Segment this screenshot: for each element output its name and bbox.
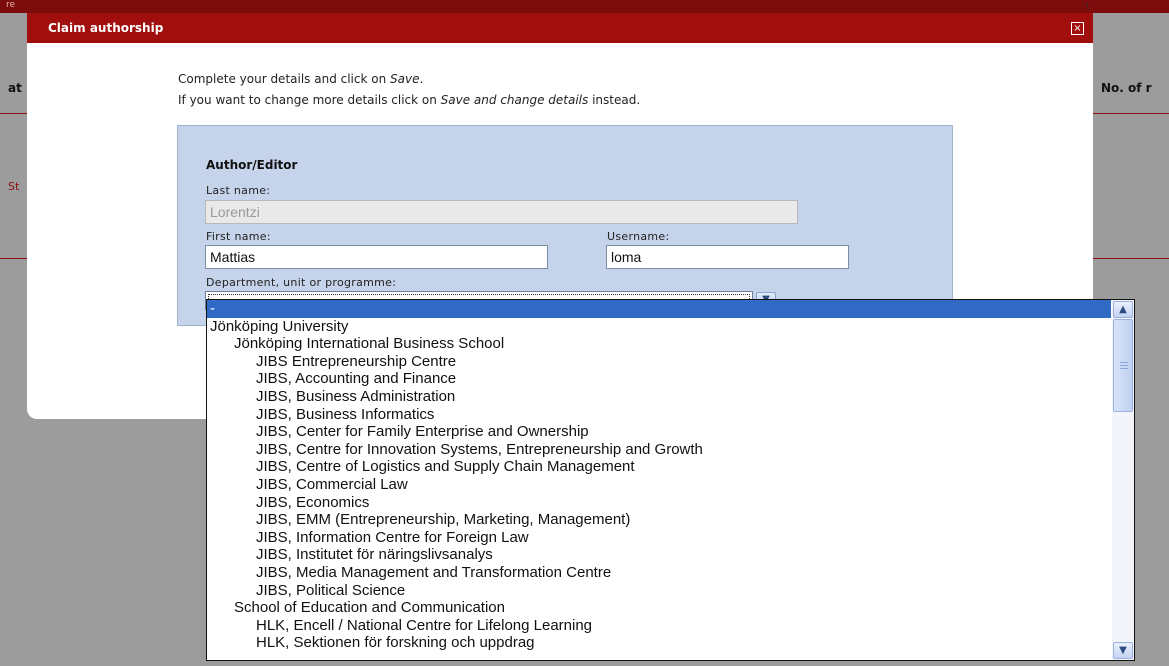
- dropdown-option[interactable]: JIBS, Economics: [207, 494, 1111, 512]
- save-and-change-emphasis: Save and change details: [440, 93, 589, 107]
- close-icon[interactable]: ×: [1071, 22, 1084, 35]
- last-name-label: Last name:: [206, 184, 271, 197]
- background-row-text: St: [8, 180, 20, 193]
- dropdown-option[interactable]: School of Education and Communication: [207, 599, 1111, 617]
- background-header-text: re: [6, 0, 16, 10]
- scroll-down-icon[interactable]: ▼: [1113, 642, 1133, 659]
- username-field[interactable]: loma: [606, 245, 849, 269]
- grip-line: [1120, 368, 1128, 369]
- dropdown-option[interactable]: -: [207, 300, 1111, 318]
- grip-line: [1120, 362, 1128, 363]
- save-emphasis: Save: [390, 72, 420, 86]
- dialog-titlebar: Claim authorship ×: [27, 13, 1093, 43]
- background-header-bar: re t: [0, 0, 1169, 13]
- dropdown-option[interactable]: JIBS, EMM (Entrepreneurship, Marketing, …: [207, 511, 1111, 529]
- dropdown-option[interactable]: JIBS, Business Informatics: [207, 406, 1111, 424]
- first-name-field[interactable]: Mattias: [205, 245, 548, 269]
- dropdown-option[interactable]: JIBS, Media Management and Transformatio…: [207, 564, 1111, 582]
- form-heading: Author/Editor: [206, 158, 298, 172]
- last-name-field: Lorentzi: [205, 200, 798, 224]
- dropdown-option[interactable]: JIBS, Centre of Logistics and Supply Cha…: [207, 458, 1111, 476]
- dropdown-options: - Jönköping University Jönköping Internati…: [207, 300, 1111, 652]
- dropdown-scrollbar[interactable]: ▲ ▼: [1112, 300, 1134, 660]
- department-label: Department, unit or programme:: [206, 276, 397, 289]
- background-column-header: at: [8, 81, 22, 95]
- dropdown-option[interactable]: HLK, Encell / National Centre for Lifelo…: [207, 617, 1111, 635]
- instruction-line-1: Complete your details and click on Save.: [178, 72, 424, 86]
- dropdown-option[interactable]: JIBS, Center for Family Enterprise and O…: [207, 423, 1111, 441]
- author-editor-panel: Author/Editor Last name: Lorentzi First …: [177, 125, 953, 326]
- dropdown-option[interactable]: JIBS, Business Administration: [207, 388, 1111, 406]
- background-header-text-right: t: [1086, 2, 1090, 12]
- dialog-title: Claim authorship: [48, 21, 164, 35]
- dropdown-option[interactable]: JIBS, Institutet för näringslivsanalys: [207, 546, 1111, 564]
- dropdown-option[interactable]: JIBS Entrepreneurship Centre: [207, 353, 1111, 371]
- background-divider: [0, 258, 27, 259]
- dropdown-option[interactable]: HLK, Sektionen för forskning och uppdrag: [207, 634, 1111, 652]
- dropdown-option[interactable]: JIBS, Political Science: [207, 582, 1111, 600]
- dropdown-option[interactable]: JIBS, Information Centre for Foreign Law: [207, 529, 1111, 547]
- grip-line: [1120, 365, 1128, 366]
- dropdown-option[interactable]: Jönköping University: [207, 318, 1111, 336]
- username-label: Username:: [607, 230, 670, 243]
- background-divider: [1093, 258, 1169, 259]
- department-dropdown-list[interactable]: - Jönköping University Jönköping Internati…: [206, 299, 1135, 661]
- dropdown-option[interactable]: JIBS, Accounting and Finance: [207, 370, 1111, 388]
- background-column-header-count: No. of r: [1101, 81, 1152, 95]
- scrollbar-thumb[interactable]: [1113, 319, 1133, 412]
- dropdown-option[interactable]: JIBS, Commercial Law: [207, 476, 1111, 494]
- first-name-label: First name:: [206, 230, 271, 243]
- dropdown-option[interactable]: Jönköping International Business School: [207, 335, 1111, 353]
- background-divider: [1093, 113, 1169, 114]
- background-divider: [0, 113, 27, 114]
- scroll-up-icon[interactable]: ▲: [1113, 301, 1133, 318]
- dropdown-option[interactable]: JIBS, Centre for Innovation Systems, Ent…: [207, 441, 1111, 459]
- instruction-line-2: If you want to change more details click…: [178, 93, 641, 107]
